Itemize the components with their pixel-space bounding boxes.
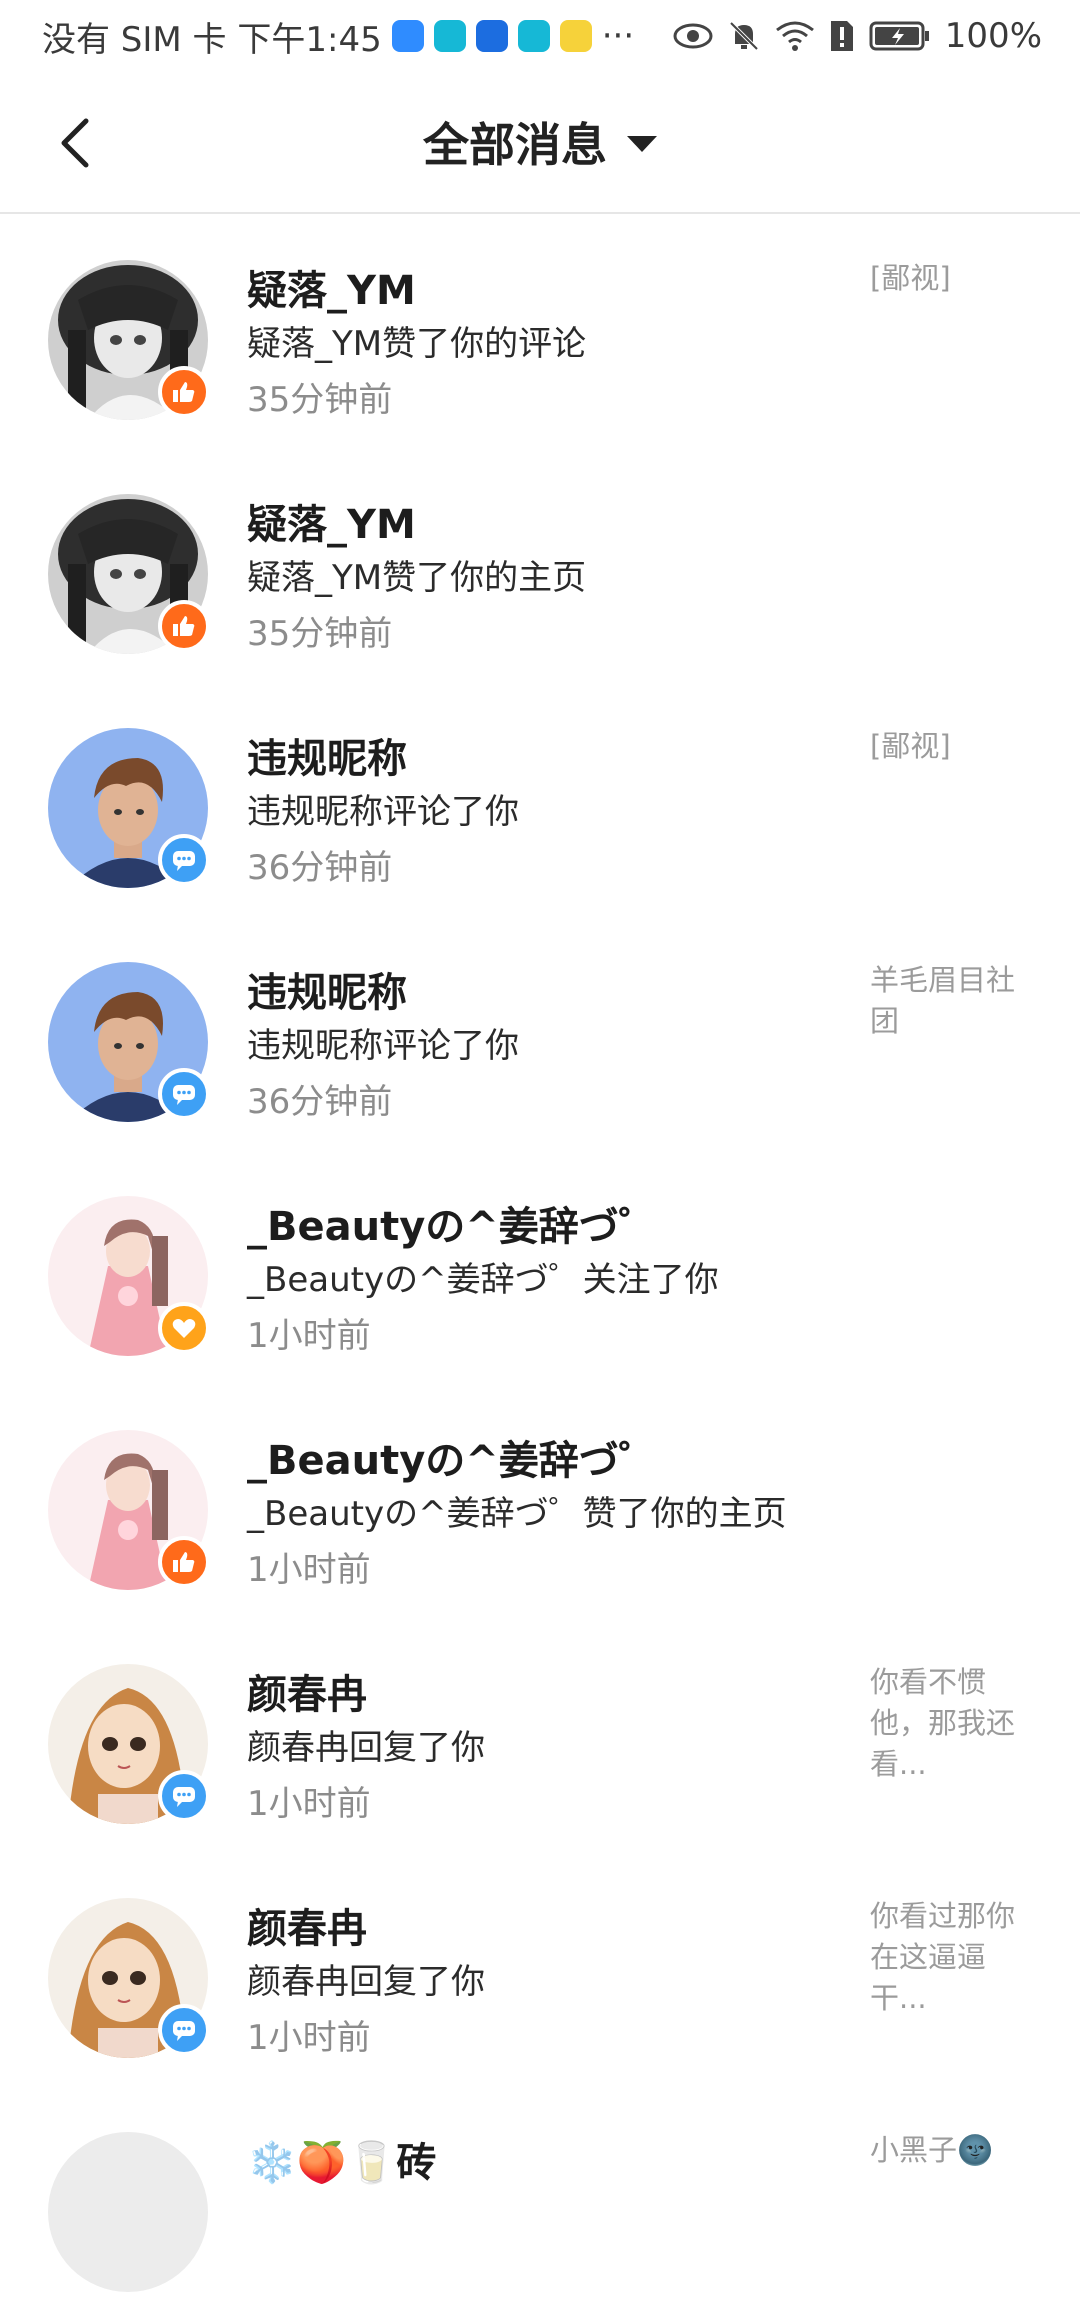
message-preview: [鄙视]: [870, 261, 951, 295]
message-time: 1小时前: [247, 1550, 371, 1590]
message-action: _Beautyの^姜辞づ゜赞了你的主页: [247, 1494, 787, 1534]
message-row[interactable]: ❄️🍑🥛砖 小黑子🌚: [0, 2086, 1080, 2320]
message-action: 违规昵称评论了你: [247, 792, 519, 832]
message-row[interactable]: 颜春冉 颜春冉回复了你 1小时前 你看不惯他，那我还看...: [0, 1618, 1080, 1852]
message-time: 36分钟前: [247, 1082, 393, 1122]
message-row[interactable]: _Beautyの^姜辞づ゜ _Beautyの^姜辞づ゜赞了你的主页 1小时前: [0, 1384, 1080, 1618]
comment-badge-icon: [158, 1770, 210, 1822]
heart-badge-icon: [158, 1302, 210, 1354]
status-left: 没有 SIM 卡 下午1:45 ···: [42, 12, 634, 61]
sender-name[interactable]: 疑落_YM: [247, 258, 416, 316]
top-bar: 全部消息: [0, 72, 1080, 214]
status-bar: 没有 SIM 卡 下午1:45 ··· 100%: [0, 0, 1080, 72]
more-notifications: ···: [601, 16, 635, 56]
message-row[interactable]: 疑落_YM 疑落_YM赞了你的主页 35分钟前: [0, 448, 1080, 682]
message-time: 35分钟前: [247, 380, 393, 420]
message-preview: 小黑子🌚: [870, 2133, 994, 2167]
sender-name[interactable]: _Beautyの^姜辞づ゜: [247, 1194, 659, 1252]
chevron-left-icon: [61, 118, 89, 168]
like-badge-icon: [158, 366, 210, 418]
battery-percent: 100%: [944, 16, 1042, 56]
message-action: _Beautyの^姜辞づ゜关注了你: [247, 1260, 719, 1300]
sender-name[interactable]: 违规昵称: [247, 726, 407, 784]
page-title: 全部消息: [423, 118, 607, 172]
comment-badge-icon: [158, 1068, 210, 1120]
mute-bell-icon: [727, 19, 761, 53]
message-time: 35分钟前: [247, 614, 393, 654]
wifi-icon: [775, 20, 815, 52]
like-badge-icon: [158, 600, 210, 652]
message-list: 疑落_YM 疑落_YM赞了你的评论 35分钟前 [鄙视] 疑落_YM 疑落_YM…: [0, 214, 1080, 2320]
like-badge-icon: [158, 1536, 210, 1588]
sender-name[interactable]: 违规昵称: [247, 960, 407, 1018]
message-time: 1小时前: [247, 1784, 371, 1824]
message-time: 36分钟前: [247, 848, 393, 888]
message-preview: [鄙视]: [870, 729, 951, 763]
back-button[interactable]: [44, 108, 104, 178]
cloud-app-icon: [391, 20, 424, 52]
carrier-time: 没有 SIM 卡 下午1:45: [42, 19, 382, 60]
message-action: 疑落_YM赞了你的主页: [247, 558, 587, 598]
sender-name[interactable]: 疑落_YM: [247, 492, 416, 550]
eye-icon: [673, 22, 713, 50]
message-preview: 羊毛眉目社团: [870, 963, 1016, 1038]
message-action: 违规昵称评论了你: [247, 1026, 519, 1066]
caret-down-icon: [627, 136, 657, 152]
battery-icon: [869, 20, 931, 52]
comment-badge-icon: [158, 834, 210, 886]
message-preview: 你看不惯他，那我还看...: [870, 1665, 1016, 1781]
message-action: 颜春冉回复了你: [247, 1962, 485, 2002]
sender-name[interactable]: 颜春冉: [247, 1662, 367, 1720]
sender-name[interactable]: _Beautyの^姜辞づ゜: [247, 1428, 659, 1486]
message-row[interactable]: 疑落_YM 疑落_YM赞了你的评论 35分钟前 [鄙视]: [0, 214, 1080, 448]
message-time: 1小时前: [247, 2018, 371, 2058]
message-row[interactable]: _Beautyの^姜辞づ゜ _Beautyの^姜辞づ゜关注了你 1小时前: [0, 1150, 1080, 1384]
camel-app-icon: [433, 20, 466, 52]
avatar[interactable]: [48, 2132, 208, 2292]
message-time: 1小时前: [247, 1316, 371, 1356]
bulb-app-icon: [475, 20, 508, 52]
status-right: 100%: [673, 16, 1042, 56]
weibo-app-icon: [559, 20, 592, 52]
comment-badge-icon: [158, 2004, 210, 2056]
message-filter-dropdown[interactable]: 全部消息: [423, 109, 657, 175]
message-row[interactable]: 违规昵称 违规昵称评论了你 36分钟前 [鄙视]: [0, 682, 1080, 916]
sender-name[interactable]: ❄️🍑🥛砖: [247, 2130, 436, 2188]
message-row[interactable]: 违规昵称 违规昵称评论了你 36分钟前 羊毛眉目社团: [0, 916, 1080, 1150]
sim-alert-icon: [829, 19, 855, 53]
message-preview: 你看过那你在这逼逼干...: [870, 1899, 1016, 2015]
message-row[interactable]: 颜春冉 颜春冉回复了你 1小时前 你看过那你在这逼逼干...: [0, 1852, 1080, 2086]
message-action: 疑落_YM赞了你的评论: [247, 324, 587, 364]
sender-name[interactable]: 颜春冉: [247, 1896, 367, 1954]
message-action: 颜春冉回复了你: [247, 1728, 485, 1768]
camel-app-icon-2: [517, 20, 550, 52]
